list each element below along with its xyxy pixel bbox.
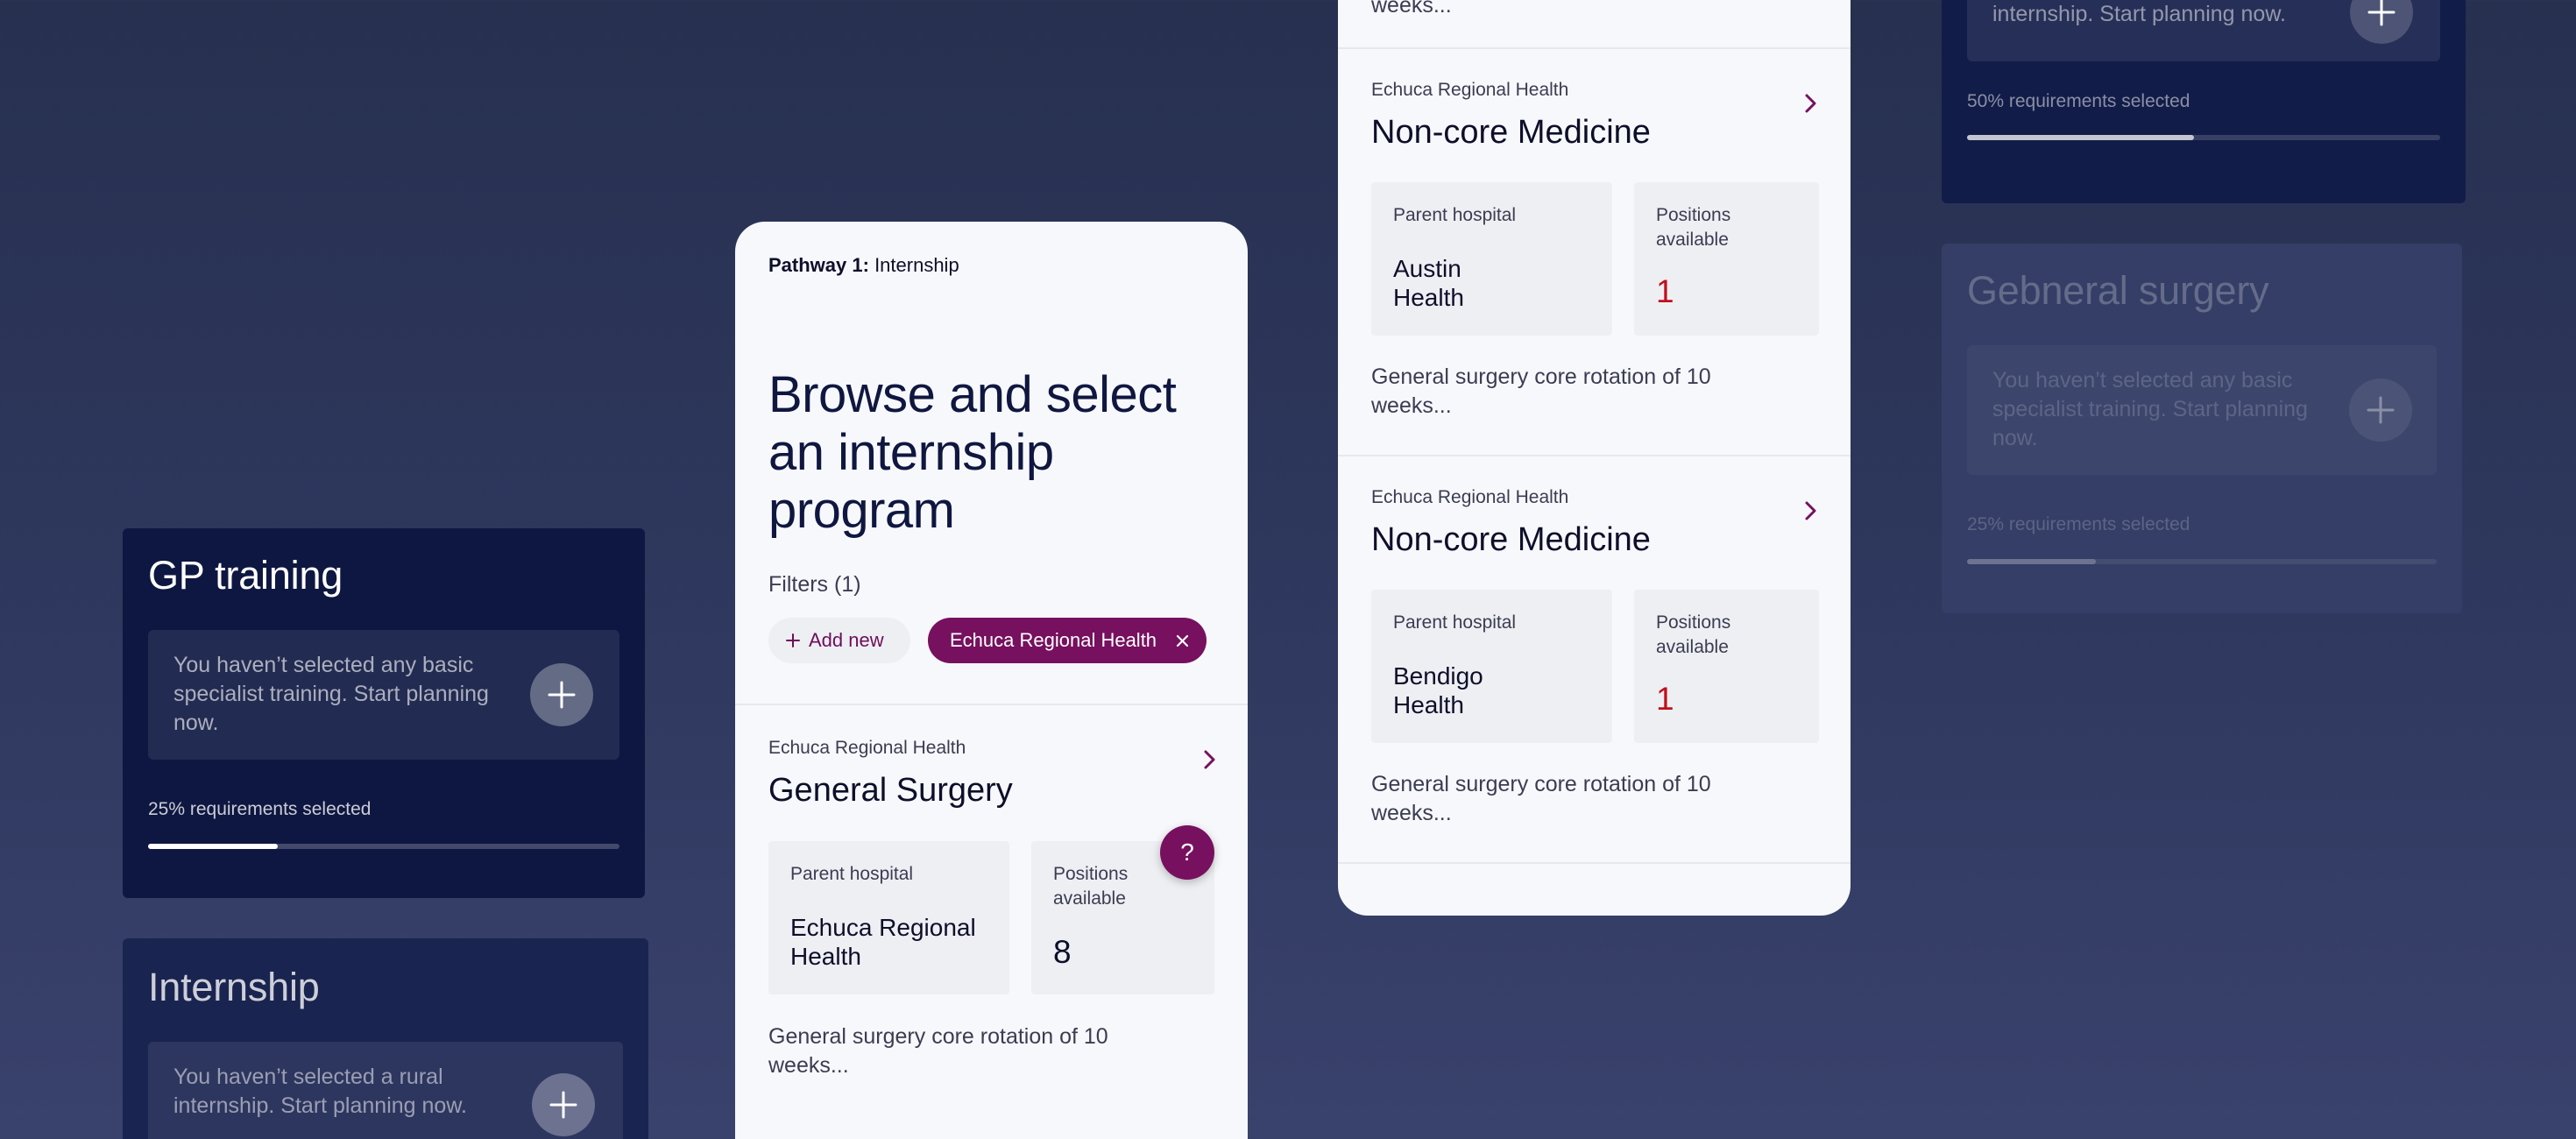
program-list-panel: weeks... Echuca Regional Health Non-core…: [1338, 0, 1851, 916]
pathway-name: Internship: [874, 254, 959, 276]
pathway-breadcrumb: Pathway 1: Internship: [768, 254, 959, 277]
gp-training-card: GP training You haven’t selected any bas…: [123, 528, 645, 898]
active-filter-chip[interactable]: Echuca Regional Health: [928, 618, 1207, 663]
general-surgery-card: Gebneral surgery You haven’t selected an…: [1942, 244, 2462, 613]
program-organisation: Echuca Regional Health: [1371, 487, 1569, 507]
chevron-right-icon[interactable]: [1800, 93, 1821, 114]
empty-message: You haven’t selected any basic specialis…: [173, 653, 489, 735]
card-title: GP training: [148, 553, 343, 598]
empty-selection-box: You haven’t selected any basic specialis…: [148, 630, 619, 760]
rural-internship-card: internship. Start planning now. 50% requ…: [1942, 0, 2466, 203]
parent-hospital-label: Parent hospital: [790, 864, 914, 884]
parent-hospital-value: Echuca Regional Health: [790, 914, 976, 970]
help-icon: ?: [1180, 838, 1194, 866]
parent-hospital-box: Parent hospital Echuca Regional Health: [768, 841, 1009, 994]
page-title: Browse and select an internship program: [768, 366, 1177, 539]
positions-label: Positions available: [1656, 612, 1731, 657]
internship-card: Internship You haven’t selected a rural …: [123, 938, 648, 1139]
previous-program-description: weeks...: [1371, 0, 1452, 18]
add-general-surgery-button[interactable]: [2349, 378, 2412, 442]
parent-hospital-value: Bendigo Health: [1393, 662, 1483, 718]
program-card-non-core-medicine[interactable]: Echuca Regional Health Non-core Medicine…: [1338, 456, 1851, 862]
program-card-general-surgery[interactable]: Echuca Regional Health General Surgery P…: [735, 705, 1248, 1139]
help-button[interactable]: ?: [1160, 825, 1214, 880]
requirements-progress-fill: [1967, 559, 2097, 564]
empty-message: You haven’t selected a rural internship.…: [173, 1065, 467, 1118]
program-name: Non-core Medicine: [1371, 521, 1651, 558]
requirements-label: 25% requirements selected: [1967, 514, 2190, 534]
parent-hospital-label: Parent hospital: [1393, 205, 1517, 225]
plus-icon: [2367, 396, 2395, 424]
empty-selection-box: internship. Start planning now.: [1967, 0, 2440, 61]
parent-hospital-label: Parent hospital: [1393, 612, 1517, 633]
parent-hospital-box: Parent hospital Bendigo Health: [1371, 590, 1612, 743]
program-name: Non-core Medicine: [1371, 114, 1651, 151]
program-organisation: Echuca Regional Health: [768, 738, 966, 758]
positions-box: Positions available 1: [1634, 590, 1819, 743]
plus-icon: [548, 681, 576, 709]
requirements-progress: [148, 844, 619, 849]
add-rural-internship-button[interactable]: [2350, 0, 2413, 44]
empty-message: You haven’t selected any basic specialis…: [1992, 368, 2308, 450]
requirements-progress: [1967, 559, 2437, 564]
requirements-progress-fill: [1967, 135, 2195, 140]
program-organisation: Echuca Regional Health: [1371, 80, 1569, 100]
positions-value: 8: [1053, 934, 1072, 970]
plus-icon: [549, 1091, 577, 1119]
plus-icon: [2367, 0, 2396, 26]
plus-icon: [786, 633, 800, 647]
positions-value: 1: [1656, 273, 1674, 309]
empty-selection-box: You haven’t selected a rural internship.…: [148, 1042, 623, 1139]
program-description: General surgery core rotation of 10 week…: [768, 1024, 1108, 1078]
card-title: Gebneral surgery: [1967, 268, 2269, 313]
program-name: General Surgery: [768, 772, 1013, 809]
browse-internship-panel: Pathway 1: Internship Browse and select …: [735, 222, 1248, 1139]
close-icon[interactable]: [1176, 634, 1189, 647]
requirements-progress-fill: [148, 844, 278, 849]
parent-hospital-box: Parent hospital Austin Health: [1371, 182, 1612, 336]
positions-label: Positions available: [1656, 205, 1731, 250]
add-internship-button[interactable]: [532, 1073, 595, 1136]
pathway-label: Pathway 1:: [768, 254, 869, 276]
active-filter-label: Echuca Regional Health: [950, 629, 1157, 651]
empty-selection-box: You haven’t selected any basic specialis…: [1967, 345, 2437, 475]
filters-label: Filters (1): [768, 572, 861, 597]
program-description: General surgery core rotation of 10 week…: [1371, 772, 1711, 825]
chevron-right-icon[interactable]: [1800, 500, 1821, 521]
requirements-progress: [1967, 135, 2440, 140]
requirements-label: 50% requirements selected: [1967, 91, 2190, 111]
chevron-right-icon[interactable]: [1199, 749, 1220, 770]
requirements-label: 25% requirements selected: [148, 799, 372, 819]
add-filter-label: Add new: [809, 629, 884, 651]
divider: [1338, 862, 1851, 864]
add-gp-training-button[interactable]: [530, 663, 593, 726]
empty-message: internship. Start planning now.: [1992, 2, 2286, 26]
add-filter-button[interactable]: Add new: [768, 618, 910, 663]
parent-hospital-value: Austin Health: [1393, 255, 1464, 311]
program-card-non-core-medicine[interactable]: Echuca Regional Health Non-core Medicine…: [1338, 49, 1851, 455]
program-description: General surgery core rotation of 10 week…: [1371, 364, 1711, 418]
positions-value: 1: [1656, 681, 1674, 717]
positions-label: Positions available: [1053, 864, 1129, 909]
positions-box: Positions available 1: [1634, 182, 1819, 336]
card-title: Internship: [148, 965, 320, 1009]
